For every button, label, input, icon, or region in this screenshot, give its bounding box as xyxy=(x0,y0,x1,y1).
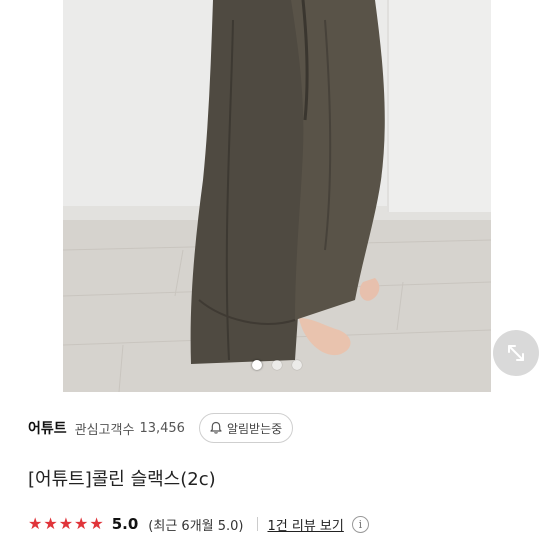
store-info: 어튜트 관심고객수 13,456 알림받는중 xyxy=(28,412,294,444)
pagination-dot-2[interactable] xyxy=(272,360,282,370)
expand-image-button[interactable] xyxy=(493,330,539,376)
alert-subscribe-button[interactable]: 알림받는중 xyxy=(198,413,294,443)
rating-score: 5.0 xyxy=(111,515,139,533)
rating-summary: ★ ★ ★ ★ ★ 5.0 (최근 6개월 5.0) 1건 리뷰 보기 i xyxy=(28,512,369,536)
product-image[interactable] xyxy=(63,0,491,392)
star-icon: ★ xyxy=(28,514,43,533)
expand-diagonal-icon xyxy=(508,345,524,361)
image-pagination xyxy=(63,360,491,370)
bell-icon xyxy=(209,421,223,435)
star-icon: ★ xyxy=(89,514,104,533)
store-name[interactable]: 어튜트 xyxy=(28,418,67,438)
star-icon: ★ xyxy=(58,514,74,533)
view-reviews-link[interactable]: 1건 리뷰 보기 xyxy=(268,515,344,534)
pagination-dot-3[interactable] xyxy=(292,360,302,370)
info-icon[interactable]: i xyxy=(351,515,369,533)
recent-rating: (최근 6개월 5.0) xyxy=(148,518,244,534)
rating-stars: ★ ★ ★ ★ ★ xyxy=(28,516,104,532)
follower-count: 13,456 xyxy=(139,420,185,436)
follower-label: 관심고객수 xyxy=(74,422,135,438)
pagination-dot-1[interactable] xyxy=(252,360,262,370)
star-icon: ★ xyxy=(74,514,89,533)
divider xyxy=(256,517,258,531)
product-photo-trousers xyxy=(63,0,491,392)
star-icon: ★ xyxy=(43,514,58,533)
product-title: [어튜트]콜린 슬랙스(2c) xyxy=(28,469,216,490)
alert-label: 알림받는중 xyxy=(226,421,283,436)
